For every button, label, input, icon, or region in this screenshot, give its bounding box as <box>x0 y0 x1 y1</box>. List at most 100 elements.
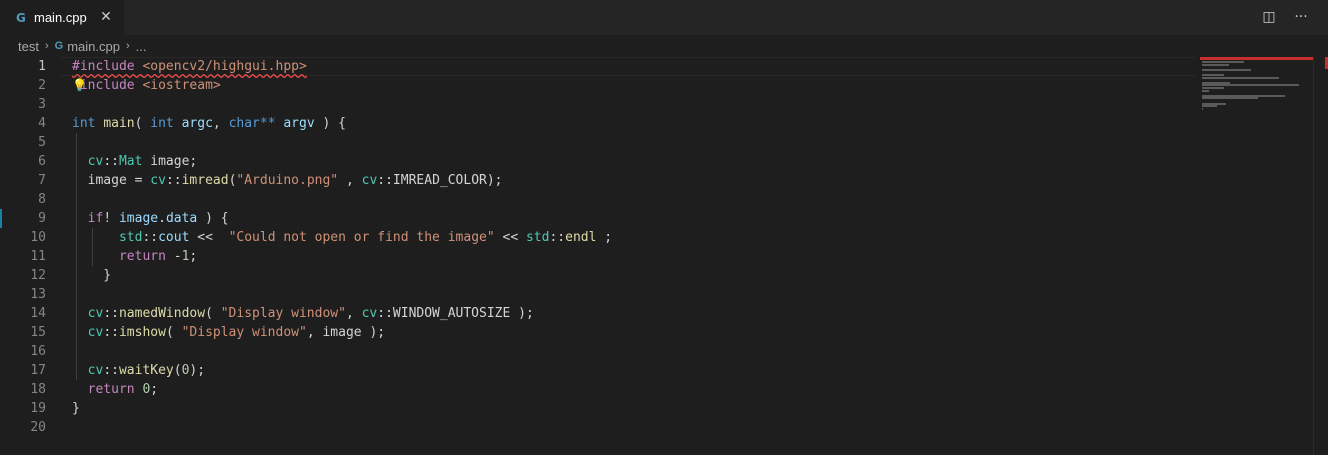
code-token: :: <box>103 154 119 169</box>
code-token: "Arduino.png" <box>236 173 339 188</box>
lightbulb-icon[interactable]: 💡 <box>72 76 87 95</box>
line-number: 18 <box>30 382 46 397</box>
code-token: ( <box>134 116 151 131</box>
minimap[interactable] <box>1200 57 1313 117</box>
code-token: <iostream> <box>142 78 221 93</box>
code-token: "Display window" <box>181 325 307 340</box>
code-line[interactable]: include <iostream> <box>72 76 221 95</box>
code-token: :: <box>103 325 119 340</box>
code-token: , image ); <box>306 325 386 340</box>
code-line[interactable]: cv::namedWindow( "Display window", cv::W… <box>72 304 534 323</box>
line-number: 2 <box>38 78 46 93</box>
code-token: - <box>165 249 182 264</box>
tab-main-cpp[interactable]: G main.cpp ✕ <box>0 0 124 35</box>
modified-line-marker <box>0 209 2 228</box>
code-token: argv <box>283 116 315 131</box>
code-token: "Could not open or find the image" <box>228 230 495 245</box>
code-token: . <box>158 211 166 226</box>
code-token: :: <box>103 363 119 378</box>
code-token: return <box>87 382 135 397</box>
code-token: endl <box>565 230 597 245</box>
code-token: :: <box>165 173 182 188</box>
code-line[interactable]: return 0; <box>72 380 158 399</box>
cpp-file-icon: G <box>16 10 26 25</box>
code-token: ; <box>596 230 613 245</box>
code-token: image = <box>72 173 151 188</box>
code-token: :: <box>142 230 159 245</box>
code-token: image; <box>142 154 198 169</box>
chevron-right-icon: › <box>44 40 49 52</box>
code-token: , <box>212 116 229 131</box>
line-number: 1 <box>38 59 46 74</box>
breadcrumb-folder[interactable]: test <box>18 39 39 54</box>
code-token: main <box>103 116 135 131</box>
line-number: 17 <box>30 363 46 378</box>
code-token: ! <box>103 211 119 226</box>
code-token: :: <box>103 306 119 321</box>
code-token: } <box>72 268 112 283</box>
code-token: ( <box>165 325 182 340</box>
code-line[interactable]: image = cv::imread("Arduino.png" , cv::I… <box>72 171 503 190</box>
more-actions-icon[interactable]: ··· <box>1292 8 1310 26</box>
code-token: if <box>87 211 104 226</box>
code-token: cv <box>361 173 378 188</box>
code-token: cv <box>87 363 104 378</box>
line-number: 11 <box>30 249 46 264</box>
code-line[interactable]: std::cout << "Could not open or find the… <box>72 228 612 247</box>
code-token: image <box>118 211 159 226</box>
code-line[interactable]: return -1; <box>72 247 197 266</box>
code-line[interactable]: cv::Mat image; <box>72 152 198 171</box>
code-token: , <box>345 306 362 321</box>
code-token: ); <box>189 363 206 378</box>
code-token: cv <box>87 325 104 340</box>
code-token: << <box>189 230 229 245</box>
code-token: } <box>72 401 80 416</box>
code-line[interactable]: } <box>72 266 111 285</box>
code-token: cout <box>158 230 190 245</box>
line-number: 15 <box>30 325 46 340</box>
line-number: 8 <box>38 192 46 207</box>
code-token: cv <box>87 154 104 169</box>
line-number: 13 <box>30 287 46 302</box>
code-line[interactable]: cv::imshow( "Display window", image ); <box>72 323 385 342</box>
vertical-scrollbar[interactable] <box>1313 57 1328 455</box>
code-token: waitKey <box>118 363 174 378</box>
line-number: 9 <box>38 211 46 226</box>
code-line[interactable]: int main( int argc, char** argv ) { <box>72 114 346 133</box>
minimap-line <box>1202 107 1204 110</box>
breadcrumb-symbols[interactable]: ... <box>136 39 147 54</box>
code-token: cv <box>150 173 166 188</box>
code-token: ) { <box>197 211 229 226</box>
line-number: 3 <box>38 97 46 112</box>
minimap-line <box>1202 68 1251 71</box>
code-token: #include <box>72 59 143 74</box>
minimap-error-marker <box>1200 57 1313 60</box>
code-token: cv <box>87 306 104 321</box>
code-token: ; <box>189 249 198 264</box>
close-icon[interactable]: ✕ <box>98 9 114 25</box>
code-line[interactable]: #include <opencv2/highgui.hpp> <box>72 57 307 76</box>
split-editor-icon[interactable]: ◫ <box>1260 8 1278 26</box>
code-line[interactable]: cv::waitKey(0); <box>72 361 205 380</box>
minimap-line <box>1202 76 1279 79</box>
code-editor[interactable]: 1 2 3 4 5 6 7 8 9 10 11 12 13 14 15 16 17 18 19 20 #include… <box>0 57 1328 455</box>
line-number: 14 <box>30 306 46 321</box>
code-token: :: <box>549 230 566 245</box>
code-token: << <box>494 230 526 245</box>
code-line[interactable]: if! image.data ) { <box>72 209 229 228</box>
line-number: 16 <box>30 344 46 359</box>
code-line[interactable]: } <box>72 399 80 418</box>
code-token: imread <box>181 173 229 188</box>
code-token: <opencv2/highgui.hpp> <box>142 59 307 74</box>
minimap-line <box>1202 63 1229 66</box>
breadcrumb-file[interactable]: main.cpp <box>67 39 120 54</box>
code-token: char** <box>228 116 276 131</box>
line-number: 19 <box>30 401 46 416</box>
